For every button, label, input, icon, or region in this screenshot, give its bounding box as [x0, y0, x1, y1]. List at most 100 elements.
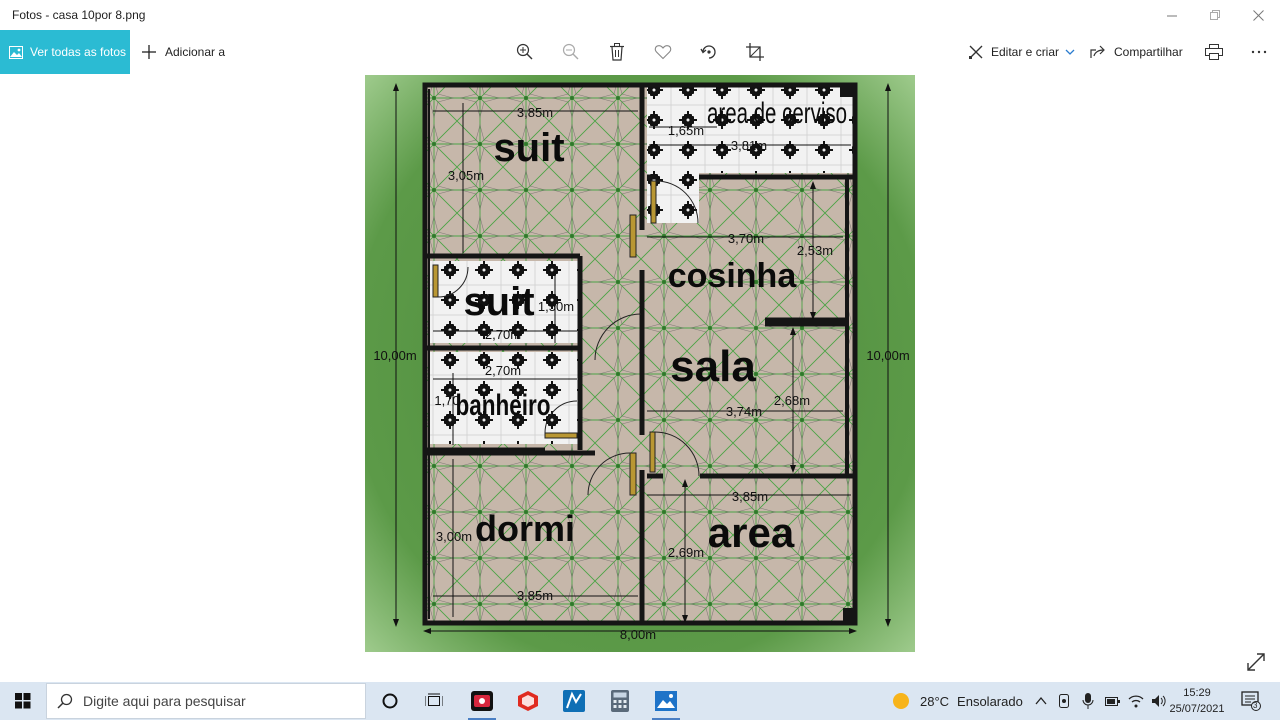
photos-app-icon [655, 691, 677, 711]
rotate-button[interactable] [698, 41, 720, 63]
crop-icon [746, 43, 764, 61]
chevron-up-icon[interactable] [1034, 694, 1048, 708]
dim-bathroom-height: 1,70 [434, 393, 459, 408]
dim-living-width: 3,74m [726, 404, 762, 419]
dim-living-height: 2,68m [774, 393, 810, 408]
zoom-in-icon [516, 43, 533, 60]
floor-plan-image: suit area de cerviso suit cosinha sala b… [365, 75, 915, 652]
notification-icon [1241, 691, 1261, 711]
cortana-button[interactable] [368, 682, 412, 720]
windows-logo-icon [14, 693, 30, 709]
room-label-living-room: sala [670, 342, 756, 391]
sun-icon [893, 693, 909, 709]
print-icon [1205, 44, 1223, 60]
dim-service-width-2: 3,81m [731, 138, 767, 153]
photo-viewer[interactable]: suit area de cerviso suit cosinha sala b… [0, 74, 1280, 682]
rotate-icon [700, 45, 716, 59]
room-label-suit-2: suit [463, 280, 534, 324]
close-button[interactable] [1236, 0, 1280, 30]
battery-icon[interactable] [1104, 694, 1120, 708]
print-button[interactable] [1203, 41, 1225, 63]
delete-button[interactable] [606, 41, 628, 63]
notifications-button[interactable]: 3 [1238, 682, 1264, 720]
weather-desc: Ensolarado [957, 693, 1023, 709]
dim-service-width-1: 1,65m [668, 123, 704, 138]
clock-time: 15:29 [1183, 687, 1211, 699]
meet-now-icon[interactable] [1058, 693, 1072, 709]
room-label-service-area: area de cerviso [707, 97, 847, 130]
room-label-suit-1: suit [493, 126, 564, 170]
more-icon [1251, 50, 1267, 54]
room-label-area: area [708, 509, 795, 556]
wifi-icon[interactable] [1128, 694, 1144, 708]
favorite-icon [654, 45, 672, 60]
search-icon [57, 693, 73, 709]
system-clock[interactable]: 15:29 25/07/2021 [1166, 685, 1228, 717]
cortana-icon [382, 693, 398, 709]
app-blue-icon [563, 690, 585, 712]
toolbar: Ver todas as fotos Adicionar a Editar e … [0, 30, 1280, 74]
room-label-bedroom: dormi [475, 508, 575, 549]
task-view-icon [425, 693, 443, 706]
dim-area-height: 2,69m [668, 545, 704, 560]
dim-suite-bath-width: 2,70m [485, 327, 521, 342]
share-button[interactable]: Compartilhar [1090, 30, 1183, 74]
sketchup-icon [518, 691, 538, 711]
taskbar-app-blue[interactable] [552, 682, 596, 720]
dim-total-width: 8,00m [620, 627, 656, 642]
zoom-in-button[interactable] [514, 41, 536, 63]
share-label: Compartilhar [1114, 45, 1183, 59]
taskbar: Digite aqui para pesquisar 28°C Ensolara… [0, 682, 1280, 720]
dim-area-width: 3,85m [732, 489, 768, 504]
see-all-photos-label: Ver todas as fotos [30, 45, 127, 59]
start-button[interactable] [0, 682, 45, 720]
minimize-icon [1166, 15, 1177, 16]
dim-suit-width: 3,85m [517, 105, 553, 120]
taskbar-app-photos[interactable] [644, 682, 688, 720]
close-icon [1252, 9, 1264, 21]
window-title: Fotos - casa 10por 8.png [12, 8, 146, 22]
maximize-button[interactable] [1193, 0, 1237, 30]
chevron-down-icon [1065, 49, 1075, 55]
edit-create-label: Editar e criar [991, 45, 1060, 59]
taskbar-app-calculator[interactable] [598, 682, 642, 720]
notification-count: 3 [1253, 701, 1258, 710]
see-all-photos-button[interactable]: Ver todas as fotos [0, 30, 130, 74]
calculator-icon [611, 690, 629, 712]
photos-icon [9, 45, 23, 59]
taskbar-app-recorder[interactable] [460, 682, 504, 720]
dim-bedroom-width: 3,85m [517, 588, 553, 603]
delete-icon [610, 43, 624, 61]
microphone-icon[interactable] [1082, 693, 1094, 709]
edit-create-button[interactable]: Editar e criar [968, 30, 1075, 74]
dim-kitchen-width: 3,70m [728, 231, 764, 246]
crop-button[interactable] [744, 41, 766, 63]
zoom-out-button[interactable] [560, 41, 582, 63]
minimize-button[interactable] [1150, 0, 1194, 30]
room-label-bathroom: banheiro [456, 389, 551, 422]
clock-date: 25/07/2021 [1169, 703, 1225, 715]
weather-widget[interactable]: 28°C Ensolarado [891, 682, 1023, 720]
dim-kitchen-height: 2,53m [797, 243, 833, 258]
plus-icon [142, 45, 156, 59]
volume-icon[interactable] [1151, 694, 1167, 708]
dim-total-height-left: 10,00m [373, 348, 416, 363]
tray-icons [1034, 682, 1167, 720]
expand-icon[interactable] [1246, 652, 1266, 672]
dim-bedroom-height: 3,00m [436, 529, 472, 544]
add-to-button[interactable]: Adicionar a [141, 30, 225, 74]
weather-temp: 28°C [920, 693, 950, 709]
title-bar: Fotos - casa 10por 8.png [0, 0, 1280, 30]
more-button[interactable] [1248, 41, 1270, 63]
search-placeholder: Digite aqui para pesquisar [83, 693, 246, 709]
search-box[interactable]: Digite aqui para pesquisar [46, 683, 366, 719]
favorite-button[interactable] [652, 41, 674, 63]
dim-total-height-right: 10,00m [866, 348, 909, 363]
share-icon [1090, 45, 1105, 58]
dim-bathroom-width: 2,70m [485, 363, 521, 378]
room-label-kitchen: cosinha [668, 257, 798, 295]
zoom-out-icon [562, 43, 579, 60]
taskbar-app-sketchup[interactable] [506, 682, 550, 720]
task-view-button[interactable] [412, 682, 456, 720]
dim-suite-bath-height: 1,50m [538, 299, 574, 314]
